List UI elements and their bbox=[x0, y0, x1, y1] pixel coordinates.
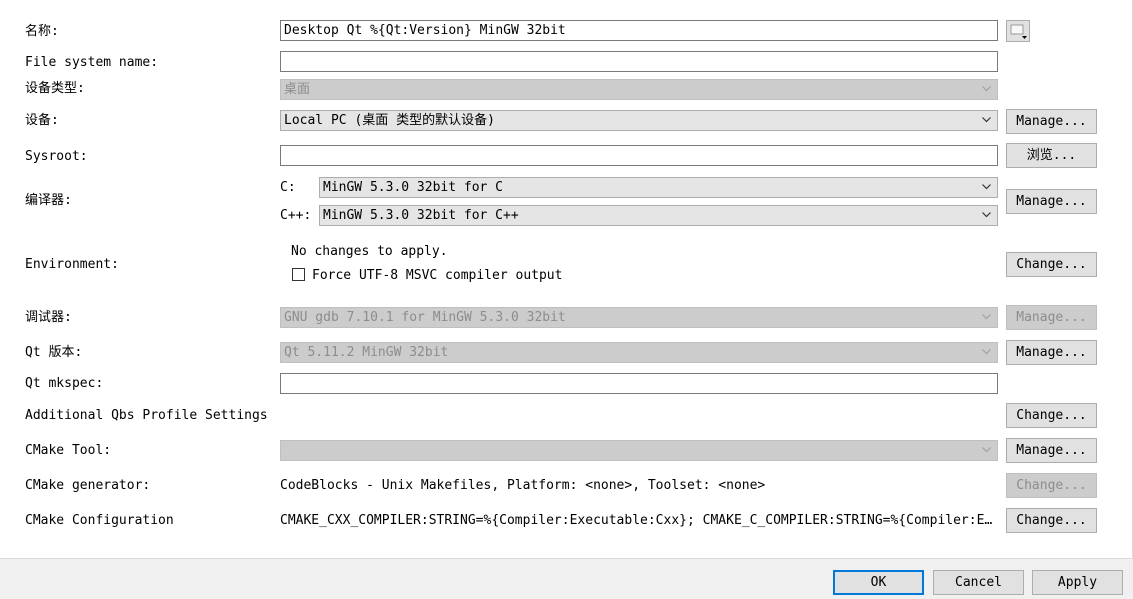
ok-button[interactable]: OK bbox=[833, 570, 924, 595]
cmake-configuration-label: CMake Configuration bbox=[25, 513, 174, 528]
device-type-label: 设备类型: bbox=[25, 81, 85, 96]
device-type-value: 桌面 bbox=[284, 82, 311, 97]
fs-name-input[interactable] bbox=[280, 51, 998, 72]
icon-picker-button[interactable] bbox=[1006, 20, 1030, 42]
cmake-generator-value: CodeBlocks - Unix Makefiles, Platform: <… bbox=[280, 478, 766, 493]
cmake-generator-change-button[interactable]: Change... bbox=[1006, 473, 1097, 498]
sysroot-browse-button[interactable]: 浏览... bbox=[1006, 143, 1097, 168]
environment-status-text: No changes to apply. bbox=[291, 244, 448, 259]
compiler-manage-button[interactable]: Manage... bbox=[1006, 189, 1097, 214]
compiler-cxx-label: C++: bbox=[280, 208, 312, 223]
chevron-down-icon bbox=[982, 447, 991, 453]
fs-name-label: File system name: bbox=[25, 55, 159, 70]
chevron-down-icon bbox=[982, 314, 991, 320]
cmake-configuration-change-button[interactable]: Change... bbox=[1006, 508, 1097, 533]
device-combo[interactable]: Local PC (桌面 类型的默认设备) bbox=[280, 110, 998, 131]
compiler-c-label: C: bbox=[280, 180, 296, 195]
chevron-down-icon bbox=[982, 117, 991, 123]
name-label: 名称: bbox=[25, 24, 59, 39]
name-input[interactable]: Desktop Qt %{Qt:Version} MinGW 32bit bbox=[280, 20, 998, 41]
qt-mkspec-input[interactable] bbox=[280, 373, 998, 394]
cmake-tool-manage-button[interactable]: Manage... bbox=[1006, 438, 1097, 463]
debugger-manage-button[interactable]: Manage... bbox=[1006, 305, 1097, 330]
apply-button[interactable]: Apply bbox=[1032, 570, 1123, 595]
qt-version-manage-button[interactable]: Manage... bbox=[1006, 340, 1097, 365]
qt-mkspec-label: Qt mkspec: bbox=[25, 376, 104, 391]
device-manage-button[interactable]: Manage... bbox=[1006, 109, 1097, 134]
chevron-down-icon bbox=[982, 184, 991, 190]
cmake-tool-combo[interactable] bbox=[280, 440, 998, 461]
sysroot-input[interactable] bbox=[280, 145, 998, 166]
compiler-label: 编译器: bbox=[25, 193, 72, 208]
cmake-tool-label: CMake Tool: bbox=[25, 443, 112, 458]
force-utf8-label: Force UTF-8 MSVC compiler output bbox=[312, 268, 563, 283]
qbs-change-button[interactable]: Change... bbox=[1006, 403, 1097, 428]
force-utf8-checkbox[interactable] bbox=[292, 268, 305, 281]
chevron-down-icon bbox=[982, 349, 991, 355]
cancel-button[interactable]: Cancel bbox=[933, 570, 1024, 595]
qt-version-combo[interactable]: Qt 5.11.2 MinGW 32bit bbox=[280, 342, 998, 363]
device-label: 设备: bbox=[25, 113, 59, 128]
cmake-configuration-value: CMAKE_CXX_COMPILER:STRING=%{Compiler:Exe… bbox=[280, 513, 993, 528]
environment-label: Environment: bbox=[25, 257, 119, 272]
sysroot-label: Sysroot: bbox=[25, 149, 88, 164]
qt-version-value: Qt 5.11.2 MinGW 32bit bbox=[284, 345, 449, 360]
compiler-c-combo[interactable]: MinGW 5.3.0 32bit for C bbox=[319, 177, 998, 198]
chevron-down-icon bbox=[982, 86, 991, 92]
device-type-combo[interactable]: 桌面 bbox=[280, 79, 998, 100]
debugger-label: 调试器: bbox=[25, 310, 72, 325]
chevron-down-icon bbox=[982, 212, 991, 218]
monitor-icon bbox=[1010, 24, 1027, 39]
compiler-cxx-combo[interactable]: MinGW 5.3.0 32bit for C++ bbox=[319, 205, 998, 226]
environment-change-button[interactable]: Change... bbox=[1006, 252, 1097, 277]
device-value: Local PC (桌面 类型的默认设备) bbox=[284, 113, 495, 128]
kit-settings-panel: 名称: Desktop Qt %{Qt:Version} MinGW 32bit… bbox=[0, 0, 1133, 559]
qt-version-label: Qt 版本: bbox=[25, 345, 83, 360]
qbs-settings-label: Additional Qbs Profile Settings bbox=[25, 408, 268, 423]
compiler-c-value: MinGW 5.3.0 32bit for C bbox=[323, 180, 504, 195]
debugger-value: GNU gdb 7.10.1 for MinGW 5.3.0 32bit bbox=[284, 310, 566, 325]
compiler-cxx-value: MinGW 5.3.0 32bit for C++ bbox=[323, 208, 519, 223]
cmake-generator-label: CMake generator: bbox=[25, 478, 151, 493]
debugger-combo[interactable]: GNU gdb 7.10.1 for MinGW 5.3.0 32bit bbox=[280, 307, 998, 328]
